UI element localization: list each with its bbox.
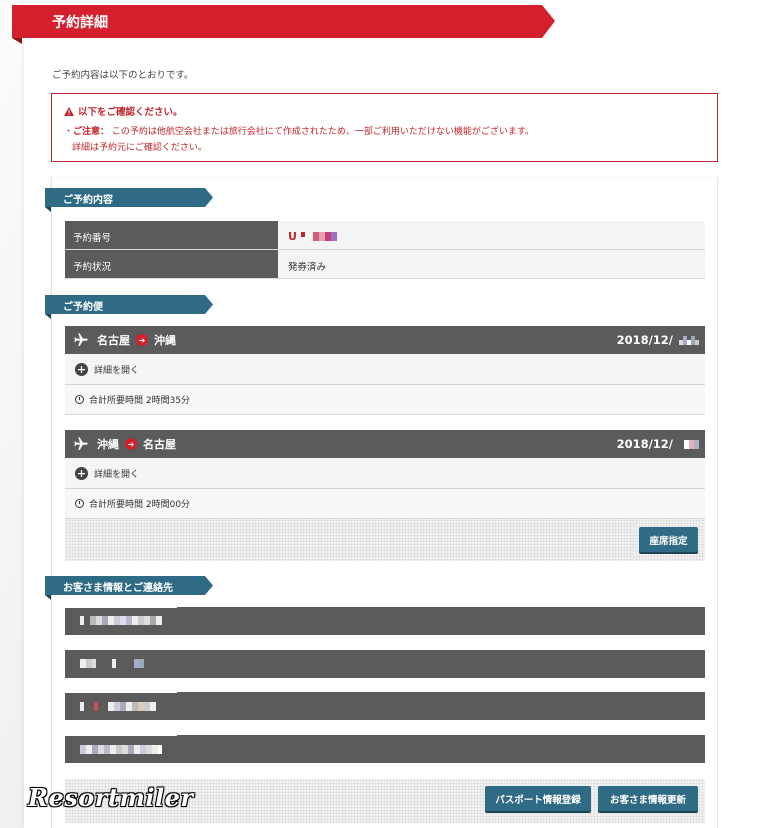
flight-2-origin: 沖縄 (97, 438, 119, 451)
guest-tab-4 (65, 731, 177, 736)
guest-tab-3 (65, 688, 177, 693)
passport-info-button[interactable]: パスポート情報登録 (485, 786, 591, 811)
reservation-number-row: 予約番号 U (65, 221, 705, 250)
guest-info-row-2 (65, 650, 705, 678)
page-title: 予約詳細 (52, 15, 108, 31)
seat-selection-button[interactable]: 座席指定 (639, 527, 698, 552)
guest-info-update-button[interactable]: お客さま情報更新 (598, 786, 698, 811)
watermark: Resortmiler (28, 783, 194, 812)
reservation-number-label: 予約番号 (65, 221, 278, 249)
clock-icon (75, 395, 84, 404)
reservation-number: U (288, 230, 297, 243)
flight-1-destination: 沖縄 (154, 334, 176, 347)
seat-action-area (65, 519, 705, 561)
warning-icon (64, 106, 74, 116)
caution-label: ご注意： (73, 127, 110, 137)
airplane-icon (74, 333, 88, 346)
plus-circle-icon: + (75, 362, 88, 376)
notice-caution: ・ご注意： この予約は他航空会社または旅行会社にて作成されたため、一部ご利用いた… (64, 127, 535, 137)
flight-1-date: 2018/12/ (616, 333, 673, 347)
redacted-block (300, 232, 337, 241)
flight-1-origin: 名古屋 (97, 334, 130, 347)
flight-2-details-toggle[interactable]: + 詳細を開く (65, 458, 705, 489)
airplane-icon (74, 437, 88, 450)
guest-info-row-3 (65, 692, 705, 720)
flight-2-duration: 合計所要時間 2時間00分 (65, 489, 705, 519)
section-tab-flights: ご予約便 (45, 295, 213, 314)
flight-2-destination: 名古屋 (143, 438, 176, 451)
redacted-block (80, 702, 156, 711)
redacted-block (80, 616, 162, 625)
details-open-label: 詳細を開く (94, 365, 140, 376)
duration-text: 合計所要時間 2時間00分 (89, 500, 191, 510)
notice-box: 以下をご確認ください。 ・ご注意： この予約は他航空会社または旅行会社にて作成さ… (51, 93, 718, 162)
reservation-status-label: 予約状況 (65, 250, 278, 278)
reservation-number-value: U (278, 221, 705, 249)
redacted-block (684, 440, 699, 449)
notice-heading-text: 以下をご確認ください。 (78, 107, 183, 118)
caution-text: この予約は他航空会社または旅行会社にて作成されたため、一部ご利用いただけない機能… (111, 127, 535, 137)
duration-text: 合計所要時間 2時間35分 (89, 396, 191, 406)
guest-tab-1 (65, 603, 177, 608)
flight-2-date: 2018/12/ (616, 437, 673, 451)
arrow-right-icon: ➔ (125, 438, 137, 450)
plus-circle-icon: + (75, 466, 88, 480)
flight-1-details-toggle[interactable]: + 詳細を開く (65, 354, 705, 385)
redacted-block (80, 745, 162, 754)
intro-text: ご予約内容は以下のとおりです。 (52, 70, 194, 81)
flight-header-1: 名古屋 ➔ 沖縄 2018/12/ (65, 326, 705, 354)
flight-1-duration: 合計所要時間 2時間35分 (65, 385, 705, 415)
clock-icon (75, 499, 84, 508)
redacted-block (679, 336, 699, 345)
details-open-label: 詳細を開く (94, 469, 140, 480)
caution-text-2: 詳細は予約元にご確認ください。 (72, 143, 207, 153)
section-tab-guest: お客さま情報とご連絡先 (45, 576, 213, 595)
reservation-status-value: 発券済み (278, 250, 705, 278)
reservation-status-row: 予約状況 発券済み (65, 250, 705, 279)
section-tab-reservation: ご予約内容 (45, 188, 213, 207)
flight-header-2: 沖縄 ➔ 名古屋 2018/12/ (65, 430, 705, 458)
arrow-right-icon: ➔ (136, 334, 148, 346)
notice-heading: 以下をご確認ください。 (64, 104, 705, 118)
redacted-block (80, 659, 144, 668)
